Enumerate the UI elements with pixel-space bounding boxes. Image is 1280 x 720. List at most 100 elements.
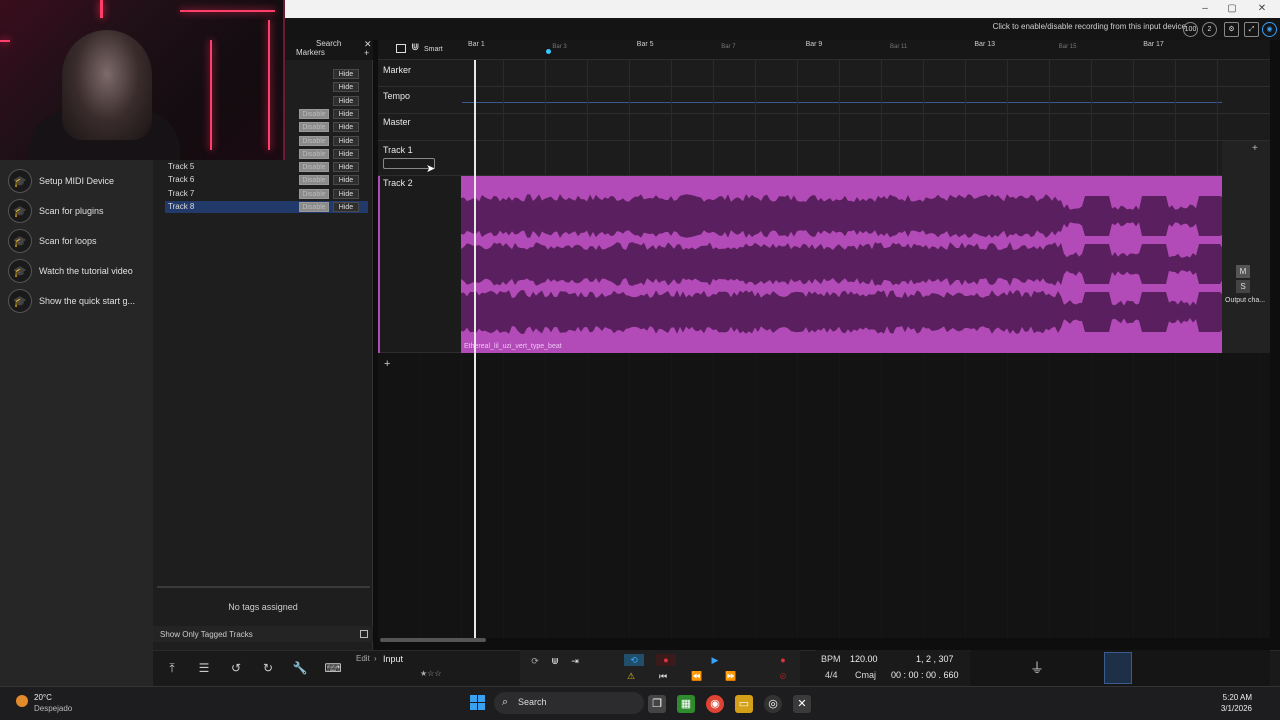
disable-button[interactable]: Disable: [299, 175, 329, 186]
show-only-tagged-checkbox[interactable]: [360, 630, 368, 638]
show-only-tagged-row[interactable]: Show Only Tagged Tracks: [153, 626, 373, 642]
hide-button[interactable]: Hide: [333, 108, 359, 119]
scan-loops-button[interactable]: 🎓 Scan for loops: [8, 229, 148, 253]
chrome-icon[interactable]: ◉: [706, 695, 724, 713]
stop-record-icon[interactable]: ⊘: [776, 670, 790, 682]
output-channel-label[interactable]: Output cha...: [1225, 297, 1265, 304]
settings-icon[interactable]: ⚙: [1224, 22, 1239, 37]
track-list-row[interactable]: Track 5 Disable Hide: [165, 161, 368, 173]
timecode-display[interactable]: 00 : 00 : 00 . 660: [891, 670, 959, 680]
magnet-icon[interactable]: ⋓: [411, 42, 419, 53]
edit-breadcrumb[interactable]: Edit: [356, 654, 370, 663]
graduation-cap-icon: 🎓: [8, 169, 32, 193]
windows-start-icon[interactable]: [470, 695, 485, 710]
go-start-icon[interactable]: ⏮: [656, 670, 670, 682]
undo-icon[interactable]: ↺: [228, 660, 244, 676]
add-icon[interactable]: +: [1252, 143, 1258, 154]
solo-button[interactable]: S: [1236, 280, 1250, 293]
disable-button[interactable]: Disable: [299, 202, 329, 212]
record-icon[interactable]: ●: [776, 654, 790, 666]
track-list-name: Track 6: [168, 175, 195, 185]
search-tab[interactable]: Search: [316, 39, 341, 48]
timeline-ruler[interactable]: Bar 1 Bar 3 Bar 5 Bar 7 Bar 9 Bar 11 Bar 13 Bar…: [378, 40, 1270, 60]
quick-start-button[interactable]: 🎓 Show the quick start g...: [8, 289, 148, 313]
clip-name-label: Ethereal_lil_uzi_vert_type_beat: [464, 343, 562, 350]
disable-button[interactable]: Disable: [299, 188, 329, 199]
play-icon[interactable]: ▶: [708, 654, 722, 666]
disable-button[interactable]: Disable: [299, 135, 329, 146]
scan-plugins-button[interactable]: 🎓 Scan for plugins: [8, 199, 148, 223]
redo-icon[interactable]: ↻: [260, 660, 276, 676]
jump-end-icon[interactable]: ⇥: [568, 655, 582, 667]
input-breadcrumb[interactable]: Input: [383, 654, 403, 664]
hide-button[interactable]: Hide: [333, 135, 359, 146]
markers-tab[interactable]: Markers: [296, 48, 325, 57]
transport-controls: ⟳ ⋓ ⇥ ⟲ ● ▶ ● ⚠ ⏮ ⏪ ⏩ ⊘: [520, 650, 800, 686]
help-item-label: Scan for plugins: [39, 206, 104, 216]
key-display[interactable]: Cmaj: [855, 670, 876, 680]
taskbar-search[interactable]: ⌕ Search: [494, 692, 644, 714]
daw-app-icon[interactable]: ✕: [793, 695, 811, 713]
metronome-icon[interactable]: ⏚: [1030, 658, 1044, 678]
rating-stars-icon[interactable]: ★☆☆: [420, 669, 442, 678]
playhead[interactable]: [474, 60, 476, 638]
horizontal-scrollbar[interactable]: [380, 638, 486, 642]
hide-button[interactable]: Hide: [333, 122, 359, 133]
minecraft-icon[interactable]: ▦: [677, 695, 695, 713]
tutorial-video-button[interactable]: 🎓 Watch the tutorial video: [8, 259, 148, 283]
track-list-name: Track 8: [168, 202, 195, 211]
loop-record-icon[interactable]: ⟲: [624, 654, 644, 666]
maximize-icon[interactable]: ▢: [1225, 2, 1239, 16]
loop-marker[interactable]: [546, 49, 551, 54]
loop-icon[interactable]: [396, 44, 406, 53]
add-icon[interactable]: +: [364, 48, 369, 58]
setup-midi-button[interactable]: 🎓 Setup MIDI Device: [8, 169, 148, 193]
magnet-icon[interactable]: ⋓: [548, 655, 562, 667]
hide-button[interactable]: Hide: [333, 202, 359, 212]
audio-clip[interactable]: [461, 176, 1223, 353]
rewind-icon[interactable]: ⏪: [690, 670, 704, 682]
close-icon[interactable]: ✕: [1255, 2, 1269, 16]
disable-button[interactable]: Disable: [299, 148, 329, 159]
track-list-row[interactable]: Track 6 Disable Hide: [165, 174, 368, 186]
hide-button[interactable]: Hide: [333, 82, 359, 93]
fast-forward-icon[interactable]: ⏩: [724, 670, 738, 682]
hide-button[interactable]: Hide: [333, 162, 359, 173]
input-channel-knob[interactable]: 2: [1202, 22, 1217, 37]
daw-window: – ▢ ✕ Click to enable/disable recording …: [0, 0, 1280, 720]
hide-button[interactable]: Hide: [333, 188, 359, 199]
warning-icon[interactable]: ⚠: [624, 670, 638, 682]
input-level-knob[interactable]: 100: [1183, 22, 1198, 37]
task-view-icon[interactable]: ❐: [648, 695, 666, 713]
eye-icon[interactable]: ◉: [1262, 22, 1277, 37]
clock-date: 3/1/2026: [1220, 704, 1252, 713]
hide-button[interactable]: Hide: [333, 148, 359, 159]
loop-toggle-icon[interactable]: ⟳: [528, 655, 542, 667]
ruler-bar-label: Bar 15: [1058, 44, 1077, 50]
bpm-value[interactable]: 120.00: [850, 654, 878, 664]
file-explorer-icon[interactable]: ▭: [735, 695, 753, 713]
punch-record-icon[interactable]: ●: [656, 654, 676, 666]
snap-mode-label[interactable]: Smart: [424, 46, 443, 53]
menu-icon[interactable]: ☰: [196, 660, 212, 676]
disable-button[interactable]: Disable: [299, 162, 329, 173]
lane-grid: [462, 60, 1222, 176]
expand-icon[interactable]: ⤢: [1244, 22, 1259, 37]
add-track-icon[interactable]: +: [384, 358, 390, 370]
weather-desc: Despejado: [34, 704, 73, 713]
track-list-row[interactable]: Track 8 Disable Hide: [165, 201, 368, 213]
disable-button[interactable]: Disable: [299, 108, 329, 119]
export-icon[interactable]: ⤒: [164, 660, 180, 676]
track-list-row[interactable]: Track 7 Disable Hide: [165, 188, 368, 200]
mute-button[interactable]: M: [1236, 265, 1250, 278]
disable-button[interactable]: Disable: [299, 122, 329, 133]
minimize-icon[interactable]: –: [1198, 2, 1212, 16]
position-display[interactable]: 1, 2 , 307: [916, 654, 954, 664]
wrench-icon[interactable]: 🔧: [292, 660, 308, 676]
hide-button[interactable]: Hide: [333, 175, 359, 186]
time-signature[interactable]: 4/4: [825, 670, 838, 680]
obs-icon[interactable]: ◎: [764, 695, 782, 713]
keyboard-icon[interactable]: ⌨: [324, 660, 342, 676]
hide-button[interactable]: Hide: [333, 69, 359, 79]
hide-button[interactable]: Hide: [333, 95, 359, 106]
